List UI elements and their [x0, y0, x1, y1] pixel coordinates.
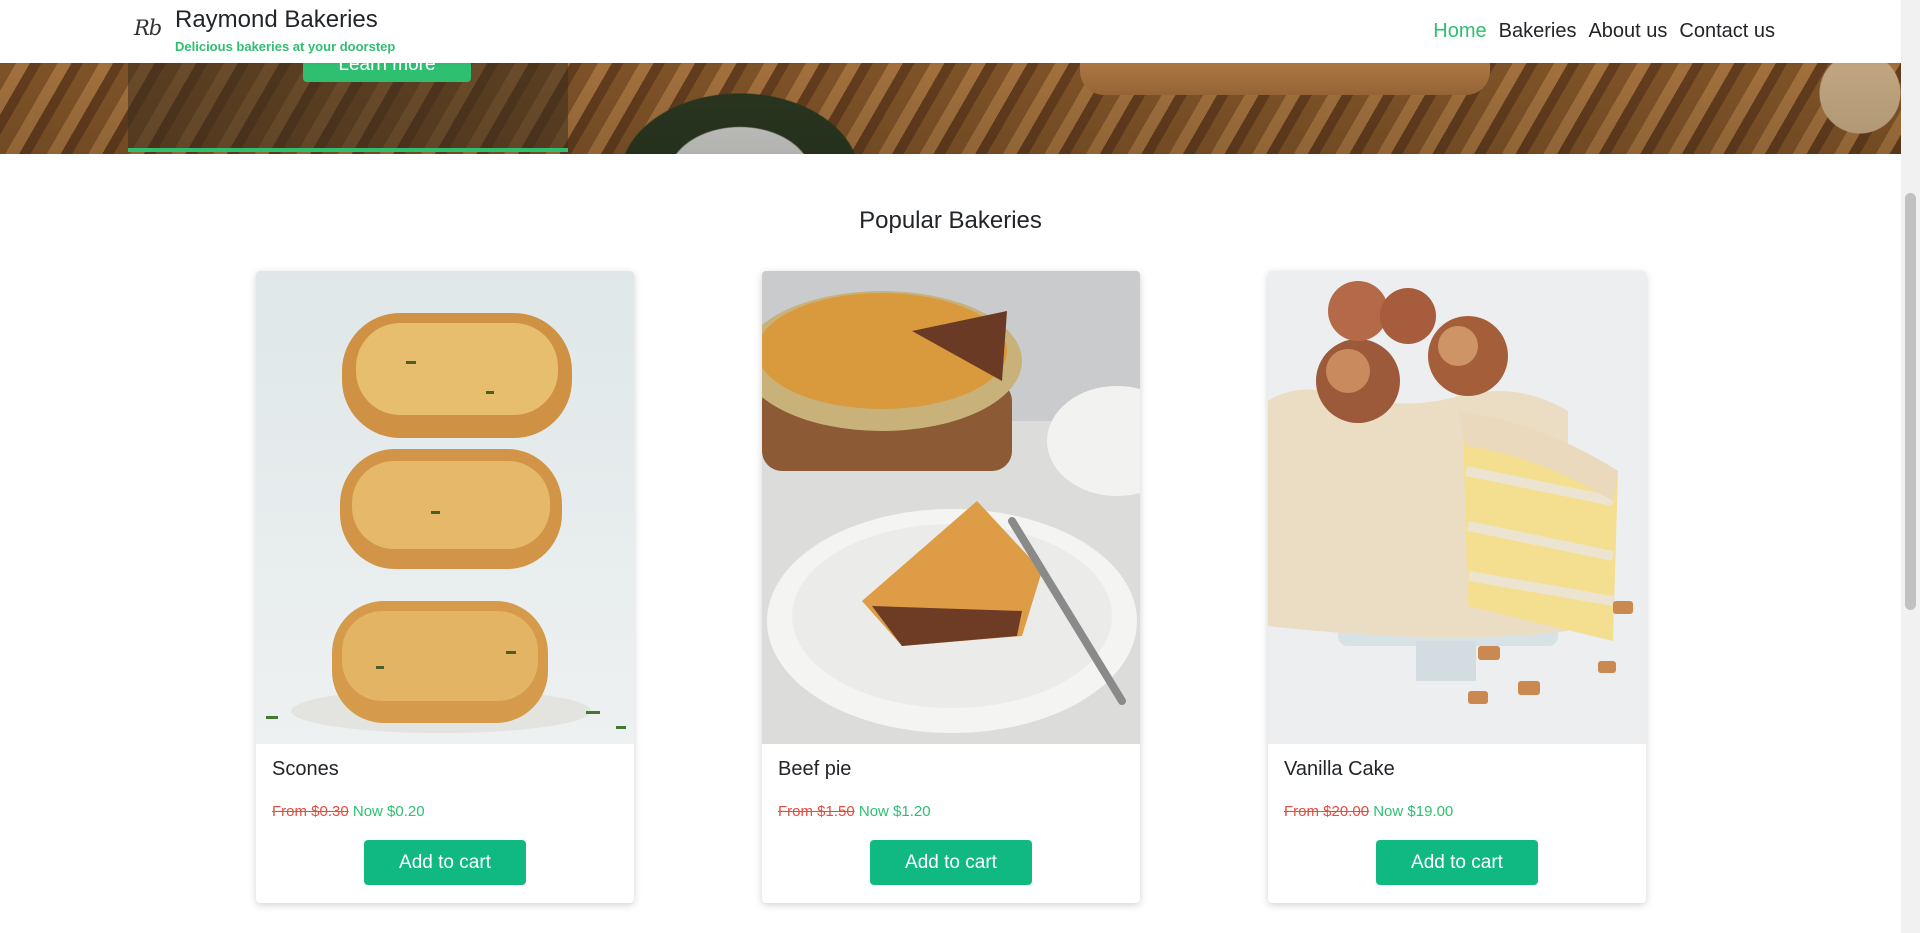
- price-row: From $1.50 Now $1.20: [778, 803, 931, 820]
- brand-subtitle: Delicious bakeries at your doorstep: [175, 39, 396, 54]
- new-price: Now $0.20: [352, 803, 425, 820]
- old-price: From $20.00: [1284, 803, 1370, 820]
- price-row: From $20.00 Now $19.00: [1284, 803, 1453, 820]
- product-card-vanilla-cake: Vanilla Cake From $20.00 Now $19.00 Add …: [1268, 271, 1646, 903]
- old-price: From $0.30: [272, 803, 349, 820]
- beef-pie-image: [762, 271, 1140, 744]
- add-to-cart-button[interactable]: Add to cart: [870, 840, 1032, 885]
- nav-links: Home Bakeries About us Contact us: [1433, 20, 1775, 43]
- product-name: Scones: [272, 758, 339, 780]
- hero-caption-card: Learn more: [128, 63, 568, 152]
- page-scrollbar[interactable]: [1901, 0, 1920, 933]
- price-row: From $0.30 Now $0.20: [272, 803, 425, 820]
- product-name: Beef pie: [778, 758, 852, 780]
- learn-more-button[interactable]: Learn more: [303, 63, 471, 82]
- product-card-scones: Scones From $0.30 Now $0.20 Add to cart: [256, 271, 634, 903]
- old-price: From $1.50: [778, 803, 855, 820]
- scones-image: [256, 271, 634, 744]
- new-price: Now $19.00: [1373, 803, 1454, 820]
- add-to-cart-button[interactable]: Add to cart: [364, 840, 526, 885]
- hero-banner: Learn more: [0, 63, 1901, 154]
- nav-link-home[interactable]: Home: [1433, 20, 1486, 43]
- scrollbar-thumb[interactable]: [1905, 193, 1916, 610]
- new-price: Now $1.20: [858, 803, 931, 820]
- nav-link-bakeries[interactable]: Bakeries: [1499, 20, 1577, 43]
- brand-title[interactable]: Raymond Bakeries: [175, 6, 378, 34]
- nav-link-contact-us[interactable]: Contact us: [1679, 20, 1775, 43]
- nav-link-about-us[interactable]: About us: [1588, 20, 1667, 43]
- add-to-cart-button[interactable]: Add to cart: [1376, 840, 1538, 885]
- product-card-beef-pie: Beef pie From $1.50 Now $1.20 Add to car…: [762, 271, 1140, 903]
- brand-logo[interactable]: Rb: [134, 16, 162, 40]
- vanilla-cake-image: [1268, 271, 1646, 744]
- product-name: Vanilla Cake: [1284, 758, 1395, 780]
- navbar: Rb Raymond Bakeries Delicious bakeries a…: [0, 0, 1901, 63]
- section-title: Popular Bakeries: [859, 207, 1042, 234]
